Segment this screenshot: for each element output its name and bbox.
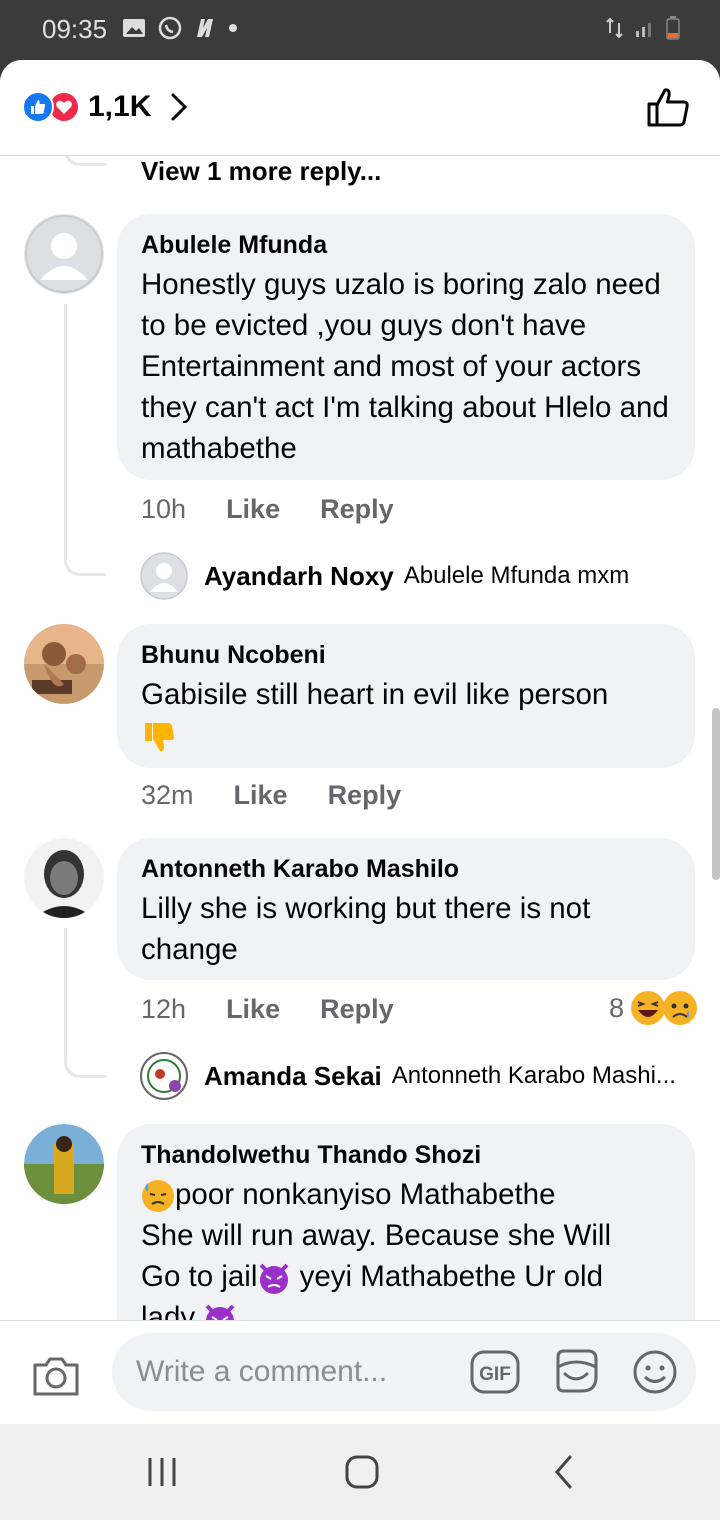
- avatar: [140, 1052, 188, 1100]
- comment-bubble[interactable]: Abulele Mfunda Honestly guys uzalo is bo…: [117, 214, 695, 480]
- comment-text: Gabisile still heart in evil like person: [141, 674, 671, 756]
- comment-input-placeholder: Write a comment...: [136, 1355, 388, 1388]
- thread-connector: [64, 928, 106, 1078]
- reply-author: Ayandarh Noxy: [204, 560, 394, 591]
- reply-button[interactable]: Reply: [328, 780, 402, 811]
- sweat-emoji-icon: [142, 1180, 174, 1213]
- comments-sheet: 1,1K View 1 more reply... Abulele Mfunda…: [0, 60, 720, 1424]
- comment-bubble[interactable]: Bhunu Ncobeni Gabisile still heart in ev…: [117, 624, 695, 768]
- like-button[interactable]: Like: [234, 780, 288, 811]
- gallery-icon: [123, 19, 145, 37]
- comment-reaction-count: 8: [608, 992, 624, 1023]
- comment-text-content: Gabisile still heart in evil like person: [141, 678, 609, 711]
- comment-actions: 12h Like Reply: [141, 994, 434, 1025]
- thumbs-up-icon[interactable]: [646, 86, 690, 128]
- reply-preview[interactable]: Ayandarh Noxy Abulele Mfunda mxm: [140, 552, 629, 600]
- reply-button[interactable]: Reply: [320, 994, 394, 1025]
- scrollbar[interactable]: [712, 708, 720, 880]
- netflix-icon: [197, 19, 213, 37]
- whatsapp-icon: [158, 16, 182, 40]
- thread-connector: [64, 304, 106, 576]
- battery-icon: [666, 16, 680, 40]
- comment-actions: 32m Like Reply: [141, 780, 441, 811]
- comment-composer: Write a comment... GIF: [0, 1320, 720, 1424]
- recent-apps-icon[interactable]: [144, 1456, 180, 1488]
- thread-connector: [64, 156, 106, 166]
- angry-devil-emoji-icon: [205, 1304, 235, 1320]
- reaction-count: 1,1K: [88, 90, 152, 123]
- like-button[interactable]: Like: [226, 494, 280, 525]
- chevron-right-icon: [171, 93, 188, 121]
- avatar: [140, 552, 188, 600]
- comment-text-line: poor nonkanyiso Mathabethe: [175, 1178, 556, 1211]
- sticker-icon[interactable]: [552, 1347, 600, 1395]
- status-notification-icons: [122, 16, 238, 40]
- view-more-replies-link[interactable]: View 1 more reply...: [141, 156, 381, 187]
- home-icon[interactable]: [344, 1454, 380, 1490]
- comment-author[interactable]: Thandolwethu Thando Shozi: [141, 1140, 671, 1170]
- sad-reaction-icon: [663, 991, 697, 1025]
- comment-time: 12h: [141, 994, 187, 1024]
- system-navigation-bar: [0, 1424, 720, 1520]
- dot-icon: [229, 24, 237, 32]
- status-time: 09:35: [42, 14, 108, 44]
- reply-button[interactable]: Reply: [320, 494, 394, 525]
- comment-bubble[interactable]: Thandolwethu Thando Shozi poor nonkanyis…: [117, 1124, 695, 1320]
- comment-author[interactable]: Antonneth Karabo Mashilo: [141, 854, 671, 884]
- avatar[interactable]: [24, 838, 104, 918]
- reply-text: Abulele Mfunda mxm: [403, 562, 630, 589]
- reply-preview[interactable]: Amanda Sekai Antonneth Karabo Mashi...: [140, 1052, 676, 1100]
- comment-text: poor nonkanyiso Mathabethe She will run …: [141, 1174, 671, 1320]
- angry-devil-emoji-icon: [260, 1263, 289, 1295]
- back-icon[interactable]: [552, 1454, 576, 1490]
- gif-icon[interactable]: GIF: [470, 1350, 520, 1394]
- like-button[interactable]: Like: [226, 994, 280, 1025]
- reactions-summary[interactable]: 1,1K: [22, 90, 189, 124]
- comment-time: 10h: [141, 494, 187, 524]
- comment-actions: 10h Like Reply: [141, 494, 434, 525]
- comment-text: Honestly guys uzalo is boring zalo need …: [141, 268, 669, 465]
- avatar[interactable]: [24, 214, 104, 294]
- comment-text-line: lady: [141, 1301, 204, 1320]
- thumbs-down-emoji-icon: [145, 723, 174, 752]
- reply-text: Antonneth Karabo Mashi...: [391, 1062, 676, 1089]
- comment-time: 32m: [141, 780, 194, 810]
- comment-author[interactable]: Abulele Mfunda: [141, 230, 671, 260]
- comment-reactions[interactable]: 8: [609, 990, 698, 1026]
- comment-bubble[interactable]: Antonneth Karabo Mashilo Lilly she is wo…: [117, 838, 695, 980]
- comment-text-line: She will run away. Because she Will: [141, 1219, 612, 1252]
- avatar[interactable]: [24, 1124, 104, 1204]
- data-arrows-icon: [606, 17, 623, 39]
- signal-icon: [636, 23, 651, 37]
- comment-text: Lilly she is working but there is not ch…: [141, 892, 591, 966]
- status-system-icons: [606, 16, 680, 40]
- reactions-header: 1,1K: [0, 60, 720, 156]
- like-reaction-icon: [22, 91, 54, 123]
- status-bar: 09:35: [0, 0, 720, 60]
- svg-text:GIF: GIF: [479, 1364, 511, 1385]
- laugh-reaction-icon: [631, 991, 665, 1025]
- comment-input[interactable]: Write a comment... GIF: [112, 1333, 696, 1411]
- avatar[interactable]: [24, 624, 104, 704]
- comments-feed: View 1 more reply... Abulele Mfunda Hone…: [0, 156, 720, 1320]
- comment-author[interactable]: Bhunu Ncobeni: [141, 640, 671, 670]
- camera-icon[interactable]: [32, 1355, 80, 1397]
- emoji-icon[interactable]: [632, 1349, 678, 1395]
- comment-text-line: Go to jail: [141, 1260, 258, 1293]
- reply-author: Amanda Sekai: [204, 1060, 382, 1091]
- comment-text-line: yeyi Mathabethe Ur old: [291, 1260, 603, 1293]
